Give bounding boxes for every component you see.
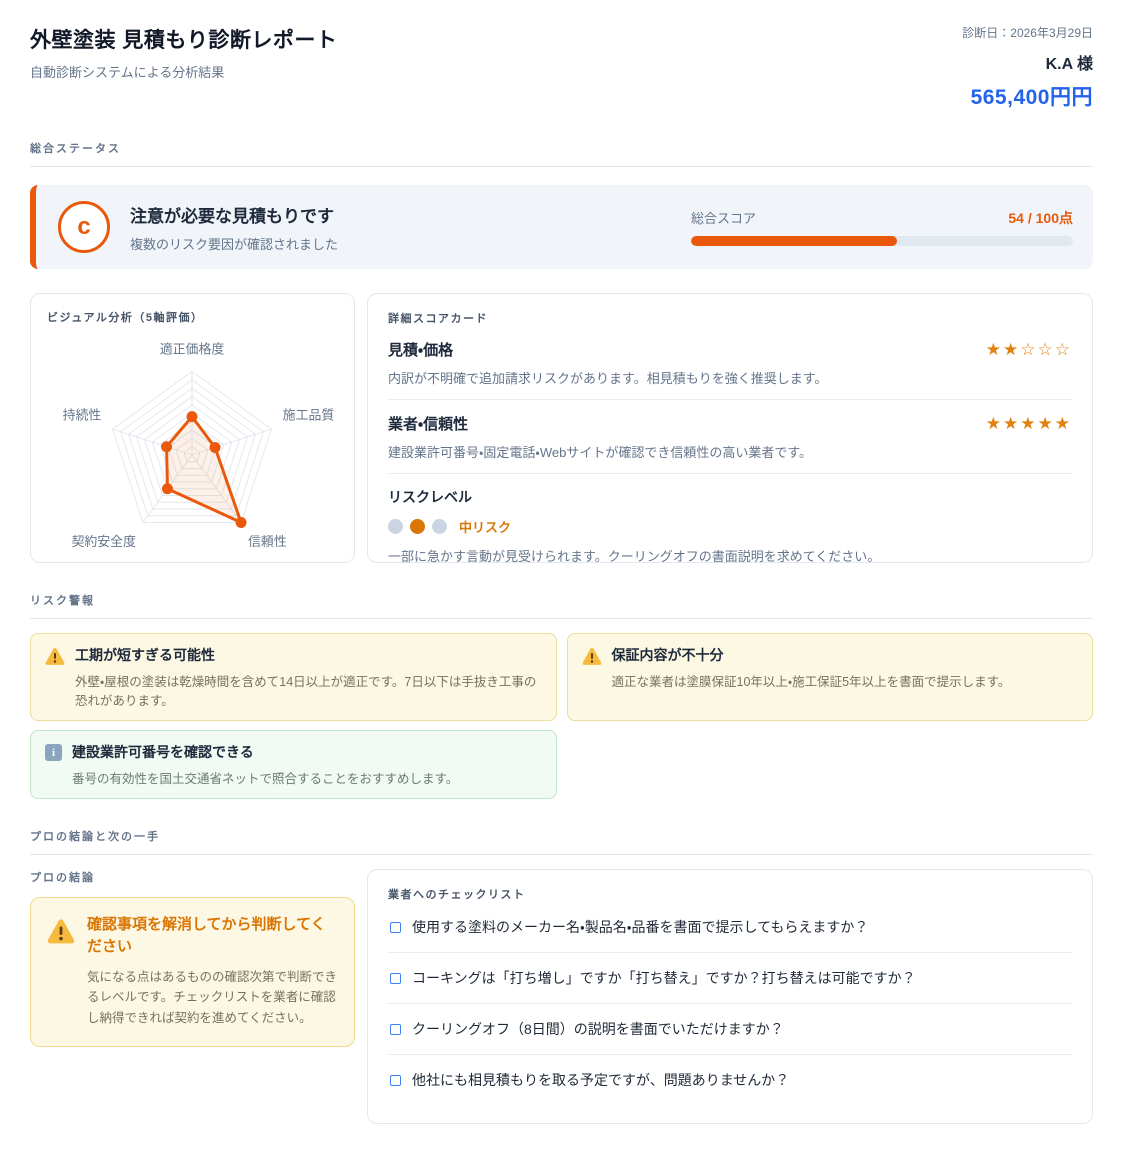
warning-triangle-icon: [45, 647, 65, 666]
svg-text:適正価格度: 適正価格度: [160, 342, 225, 357]
info-desc: 番号の有効性を国土交通省ネットで照合することをおすすめします。: [72, 768, 542, 787]
info-box-license: i 建設業許可番号を確認できる 番号の有効性を国土交通省ネットで照合することをお…: [30, 730, 557, 799]
checkbox[interactable]: [390, 1024, 401, 1035]
conclusion-left: プロの結論 確認事項を解消してから判断してください 気になる点はあるものの確認次…: [30, 869, 355, 1124]
svg-text:施工品質: 施工品質: [283, 407, 335, 422]
info-title: 建設業許可番号を確認できる: [72, 742, 542, 762]
score-progress-fill: [691, 236, 897, 246]
customer-name: K.A 様: [962, 50, 1093, 74]
score-item-contractor: 業者・信頼性 ★★★★★ 建設業許可番号・固定電話・Webサイトが確認でき信頼性…: [388, 400, 1072, 474]
score-item-name: 業者・信頼性: [388, 413, 468, 434]
radar-chart: 適正価格度施工品質信頼性 契約安全度 持続性: [47, 327, 338, 567]
radar-wrap: 適正価格度施工品質信頼性 契約安全度 持続性: [47, 327, 338, 567]
radar-card-title: ビジュアル分析（5軸評価）: [47, 309, 338, 325]
risk-dot-mid: [410, 519, 425, 534]
warning-title: 保証内容が不十分: [612, 645, 1079, 665]
report-page: 外壁塗装 見積もり診断レポート 自動診断システムによる分析結果 診断日：2026…: [0, 0, 1123, 1164]
conclusion-box: 確認事項を解消してから判断してください 気になる点はあるものの確認次第で判断でき…: [30, 897, 355, 1047]
checkbox[interactable]: [390, 922, 401, 933]
risk-level-title: リスクレベル: [388, 487, 1072, 507]
diagnosis-date: 診断日：2026年3月29日: [962, 24, 1093, 41]
score-row: 総合スコア 54 / 100点: [691, 208, 1073, 228]
status-texts: 注意が必要な見積もりです 複数のリスク要因が確認されました: [130, 202, 691, 253]
conclusion-texts: 確認事項を解消してから判断してください 気になる点はあるものの確認次第で判断でき…: [87, 914, 338, 1028]
checklist-item-text: クーリングオフ（8日間）の説明を書面でいただけますか？: [412, 1019, 784, 1039]
score-value: 54 / 100点: [1008, 208, 1073, 228]
checklist-item[interactable]: 使用する塗料のメーカー名・製品名・品番を書面で提示してもらえますか？: [388, 902, 1072, 953]
warning-desc: 外壁・屋根の塗装は乾燥時間を含めて14日以上が適正です。7日以下は手抜き工事の恐…: [75, 671, 542, 709]
score-item-name: 見積・価格: [388, 339, 453, 360]
status-title: 注意が必要な見積もりです: [130, 202, 691, 227]
warning-desc: 適正な業者は塗膜保証10年以上・施工保証5年以上を書面で提示します。: [612, 671, 1079, 690]
risk-dot-high: [432, 519, 447, 534]
star-rating: ★★☆☆☆: [986, 340, 1072, 360]
checklist-item[interactable]: 他社にも相見積もりを取る予定ですが、問題ありませんか？: [388, 1055, 1072, 1105]
radar-card: ビジュアル分析（5軸評価） 適正価格度施工品質信頼性 契約安全度 持続性: [30, 293, 355, 563]
checklist-item-text: 使用する塗料のメーカー名・製品名・品番を書面で提示してもらえますか？: [412, 917, 868, 937]
warning-texts: 工期が短すぎる可能性 外壁・屋根の塗装は乾燥時間を含めて14日以上が適正です。7…: [75, 645, 542, 709]
section-label-conclusion: プロの結論と次の一手: [30, 831, 160, 843]
alert-grid: 工期が短すぎる可能性 外壁・屋根の塗装は乾燥時間を含めて14日以上が適正です。7…: [30, 633, 1093, 799]
score-block: 総合スコア 54 / 100点: [691, 208, 1073, 246]
header-right: 診断日：2026年3月29日 K.A 様 565,400円円: [962, 24, 1093, 111]
score-progress-track: [691, 236, 1073, 246]
checklist-item-text: 他社にも相見積もりを取る予定ですが、問題ありませんか？: [412, 1070, 789, 1090]
status-card: c 注意が必要な見積もりです 複数のリスク要因が確認されました 総合スコア 54…: [30, 185, 1093, 269]
score-item-head: 業者・信頼性 ★★★★★: [388, 413, 1072, 434]
conclusion-row: プロの結論 確認事項を解消してから判断してください 気になる点はあるものの確認次…: [30, 869, 1093, 1124]
conclusion-desc: 気になる点はあるものの確認次第で判断できるレベルです。チェックリストを業者に確認…: [87, 967, 338, 1029]
status-subtitle: 複数のリスク要因が確認されました: [130, 234, 691, 253]
info-texts: 建設業許可番号を確認できる 番号の有効性を国土交通省ネットで照合することをおすす…: [72, 742, 542, 787]
section-label-risk: リスク警報: [30, 595, 95, 607]
section-conclusion: プロの結論と次の一手: [30, 827, 1093, 855]
info-icon: i: [45, 744, 62, 761]
score-item-desc: 内訳が不明確で追加請求リスクがあります。相見積もりを強く推奨します。: [388, 368, 1072, 387]
svg-text:信頼性: 信頼性: [248, 534, 287, 549]
risk-dot-low: [388, 519, 403, 534]
score-card-title: 詳細スコアカード: [388, 310, 1072, 326]
checklist-card: 業者へのチェックリスト 使用する塗料のメーカー名・製品名・品番を書面で提示しても…: [367, 869, 1093, 1124]
header-left: 外壁塗装 見積もり診断レポート 自動診断システムによる分析結果: [30, 24, 337, 81]
checkbox[interactable]: [390, 973, 401, 984]
svg-text:契約安全度: 契約安全度: [71, 534, 136, 549]
svg-text:持続性: 持続性: [63, 407, 102, 422]
section-risk-alerts: リスク警報: [30, 591, 1093, 619]
section-label-status: 総合ステータス: [30, 143, 121, 155]
page-subtitle: 自動診断システムによる分析結果: [30, 62, 337, 81]
warning-texts: 保証内容が不十分 適正な業者は塗膜保証10年以上・施工保証5年以上を書面で提示し…: [612, 645, 1079, 690]
warning-box-guarantee: 保証内容が不十分 適正な業者は塗膜保証10年以上・施工保証5年以上を書面で提示し…: [567, 633, 1094, 721]
checklist-item-text: コーキングは「打ち増し」ですか「打ち替え」ですか？打ち替えは可能ですか？: [412, 968, 916, 988]
checklist-item[interactable]: コーキングは「打ち増し」ですか「打ち替え」ですか？打ち替えは可能ですか？: [388, 953, 1072, 1004]
warning-box-schedule: 工期が短すぎる可能性 外壁・屋根の塗装は乾燥時間を含めて14日以上が適正です。7…: [30, 633, 557, 721]
conclusion-left-label: プロの結論: [30, 869, 355, 885]
conclusion-title: 確認事項を解消してから判断してください: [87, 914, 338, 958]
risk-level-dots: 中リスク: [388, 517, 1072, 536]
warning-title: 工期が短すぎる可能性: [75, 645, 542, 665]
score-item-head: 見積・価格 ★★☆☆☆: [388, 339, 1072, 360]
section-overall-status: 総合ステータス: [30, 139, 1093, 167]
analysis-row: ビジュアル分析（5軸評価） 適正価格度施工品質信頼性 契約安全度 持続性 詳細スコア…: [30, 293, 1093, 563]
score-item-price: 見積・価格 ★★☆☆☆ 内訳が不明確で追加請求リスクがあります。相見積もりを強く…: [388, 326, 1072, 400]
warning-triangle-icon: [582, 647, 602, 666]
score-detail-card: 詳細スコアカード 見積・価格 ★★☆☆☆ 内訳が不明確で追加請求リスクがあります…: [367, 293, 1093, 563]
score-item-desc: 建設業許可番号・固定電話・Webサイトが確認でき信頼性の高い業者です。: [388, 442, 1072, 461]
checklist-item[interactable]: クーリングオフ（8日間）の説明を書面でいただけますか？: [388, 1004, 1072, 1055]
checklist-title: 業者へのチェックリスト: [388, 886, 1072, 902]
risk-level-label: 中リスク: [459, 517, 511, 536]
score-label: 総合スコア: [691, 208, 756, 227]
estimate-amount: 565,400円円: [962, 81, 1093, 111]
risk-level-block: リスクレベル 中リスク 一部に急かす言動が見受けられます。クーリングオフの書面説…: [388, 474, 1072, 565]
page-title: 外壁塗装 見積もり診断レポート: [30, 24, 337, 54]
grid-spacer: [567, 730, 1094, 799]
grade-badge: c: [58, 201, 110, 253]
star-rating: ★★★★★: [986, 414, 1072, 434]
warning-triangle-icon: [47, 918, 75, 945]
risk-level-desc: 一部に急かす言動が見受けられます。クーリングオフの書面説明を求めてください。: [388, 546, 1072, 565]
report-header: 外壁塗装 見積もり診断レポート 自動診断システムによる分析結果 診断日：2026…: [30, 24, 1093, 111]
checkbox[interactable]: [390, 1075, 401, 1086]
